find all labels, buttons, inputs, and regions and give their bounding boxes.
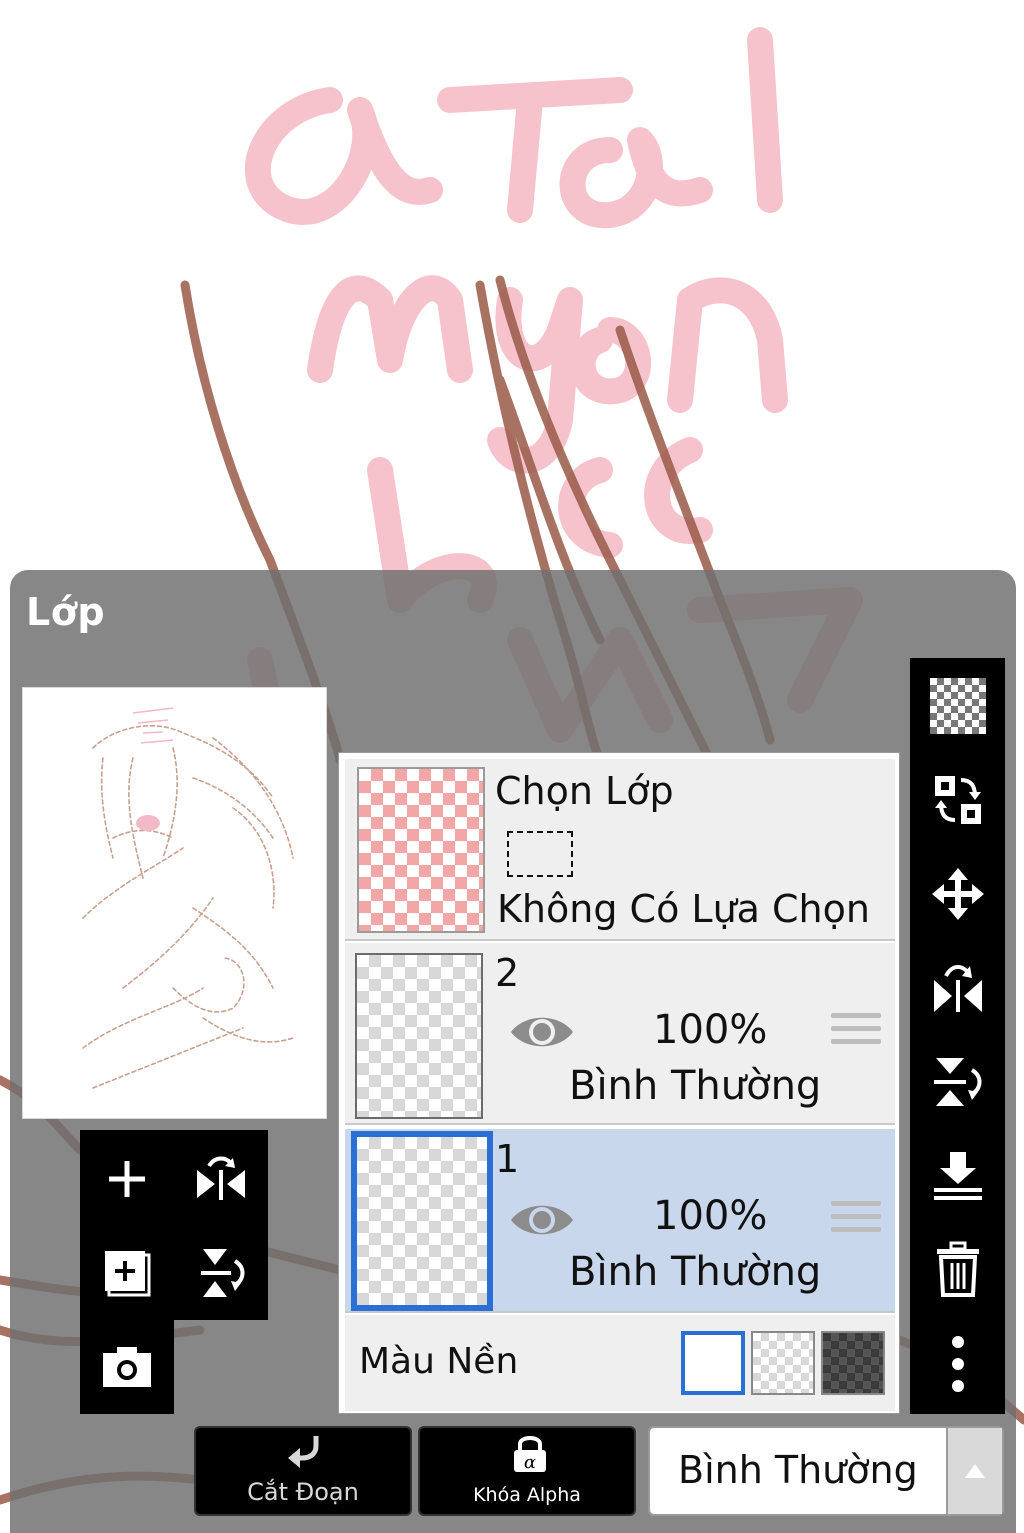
svg-text:α: α bbox=[524, 1452, 536, 1473]
drag-handle-icon[interactable] bbox=[831, 1013, 881, 1053]
flip-vertical-button[interactable] bbox=[920, 1044, 996, 1120]
panel-title: Lớp bbox=[26, 590, 106, 634]
chevron-up-icon bbox=[965, 1464, 985, 1478]
move-icon bbox=[932, 868, 984, 920]
canvas-preview[interactable] bbox=[22, 687, 327, 1119]
layer-2-opacity[interactable]: 100% bbox=[653, 1007, 767, 1053]
camera-button[interactable] bbox=[80, 1320, 174, 1414]
flip-vertical-icon bbox=[934, 1058, 982, 1106]
add-layer-button[interactable] bbox=[80, 1132, 174, 1226]
right-toolbar bbox=[910, 658, 1005, 1414]
layer-1-opacity[interactable]: 100% bbox=[653, 1193, 767, 1239]
background-white-swatch[interactable] bbox=[681, 1331, 745, 1395]
more-vertical-icon bbox=[952, 1336, 964, 1392]
blend-mode-value: Bình Thường bbox=[678, 1448, 918, 1492]
lock-icon: α bbox=[514, 1436, 546, 1473]
layer-1-name: 1 bbox=[495, 1137, 520, 1181]
preview-sketch bbox=[82, 707, 294, 1089]
clipping-button[interactable]: Cắt Đoạn bbox=[194, 1426, 412, 1516]
flip-horizontal-button[interactable] bbox=[920, 950, 996, 1026]
blend-mode-select[interactable]: Bình Thường bbox=[648, 1426, 1004, 1516]
selection-status: Không Có Lựa Chọn bbox=[497, 887, 870, 931]
selection-layer-row[interactable]: Chọn Lớp Không Có Lựa Chọn bbox=[345, 759, 895, 941]
visibility-eye-icon[interactable] bbox=[507, 1197, 577, 1243]
selection-layer-name: Chọn Lớp bbox=[495, 769, 674, 813]
add-copy-layer-button[interactable] bbox=[80, 1226, 174, 1320]
camera-icon bbox=[103, 1347, 151, 1387]
swap-layer-button[interactable] bbox=[920, 762, 996, 838]
layer-row-1[interactable]: 1 100% Bình Thường bbox=[345, 1129, 895, 1313]
transparent-button[interactable] bbox=[920, 668, 996, 744]
layer-1-thumbnail bbox=[351, 1131, 493, 1311]
background-transparent-swatch[interactable] bbox=[751, 1331, 815, 1395]
layer-2-thumbnail bbox=[355, 953, 483, 1119]
clipping-arrow-icon bbox=[288, 1436, 319, 1468]
alpha-lock-button[interactable]: α Khóa Alpha bbox=[418, 1426, 636, 1516]
swap-layer-icon bbox=[935, 776, 981, 824]
no-selection-icon bbox=[507, 831, 573, 877]
trash-icon bbox=[937, 1241, 979, 1297]
add-layer-icon bbox=[109, 1161, 145, 1197]
add-copy-layer-icon bbox=[105, 1251, 151, 1297]
flip-vertical-button[interactable] bbox=[174, 1226, 268, 1320]
visibility-eye-icon[interactable] bbox=[507, 1009, 577, 1055]
clipping-label: Cắt Đoạn bbox=[247, 1478, 359, 1506]
layer-2-blend-mode: Bình Thường bbox=[569, 1063, 822, 1109]
delete-layer-button[interactable] bbox=[920, 1232, 996, 1308]
merge-down-button[interactable] bbox=[920, 1138, 996, 1214]
flip-vertical-icon bbox=[201, 1249, 245, 1297]
layer-2-name: 2 bbox=[495, 951, 520, 995]
merge-down-icon bbox=[934, 1152, 982, 1200]
layer-row-2[interactable]: 2 100% Bình Thường bbox=[345, 943, 895, 1125]
drag-handle-icon[interactable] bbox=[831, 1201, 881, 1241]
blend-mode-dropdown[interactable] bbox=[946, 1428, 1002, 1514]
layer-1-blend-mode: Bình Thường bbox=[569, 1249, 822, 1295]
background-color-label: Màu Nền bbox=[359, 1341, 519, 1382]
layer-list: Chọn Lớp Không Có Lựa Chọn 2 100% Bình T… bbox=[338, 752, 900, 1414]
more-options-button[interactable] bbox=[920, 1326, 996, 1402]
selection-thumbnail bbox=[357, 767, 485, 933]
background-color-row: Màu Nền bbox=[345, 1315, 895, 1411]
move-button[interactable] bbox=[920, 856, 996, 932]
flip-horizontal-icon bbox=[197, 1156, 245, 1200]
alpha-lock-label: Khóa Alpha bbox=[473, 1484, 581, 1506]
flip-horizontal-icon bbox=[934, 965, 982, 1012]
flip-horizontal-button[interactable] bbox=[174, 1132, 268, 1226]
transparent-checker-icon bbox=[930, 678, 986, 734]
background-dark-swatch[interactable] bbox=[821, 1331, 885, 1395]
